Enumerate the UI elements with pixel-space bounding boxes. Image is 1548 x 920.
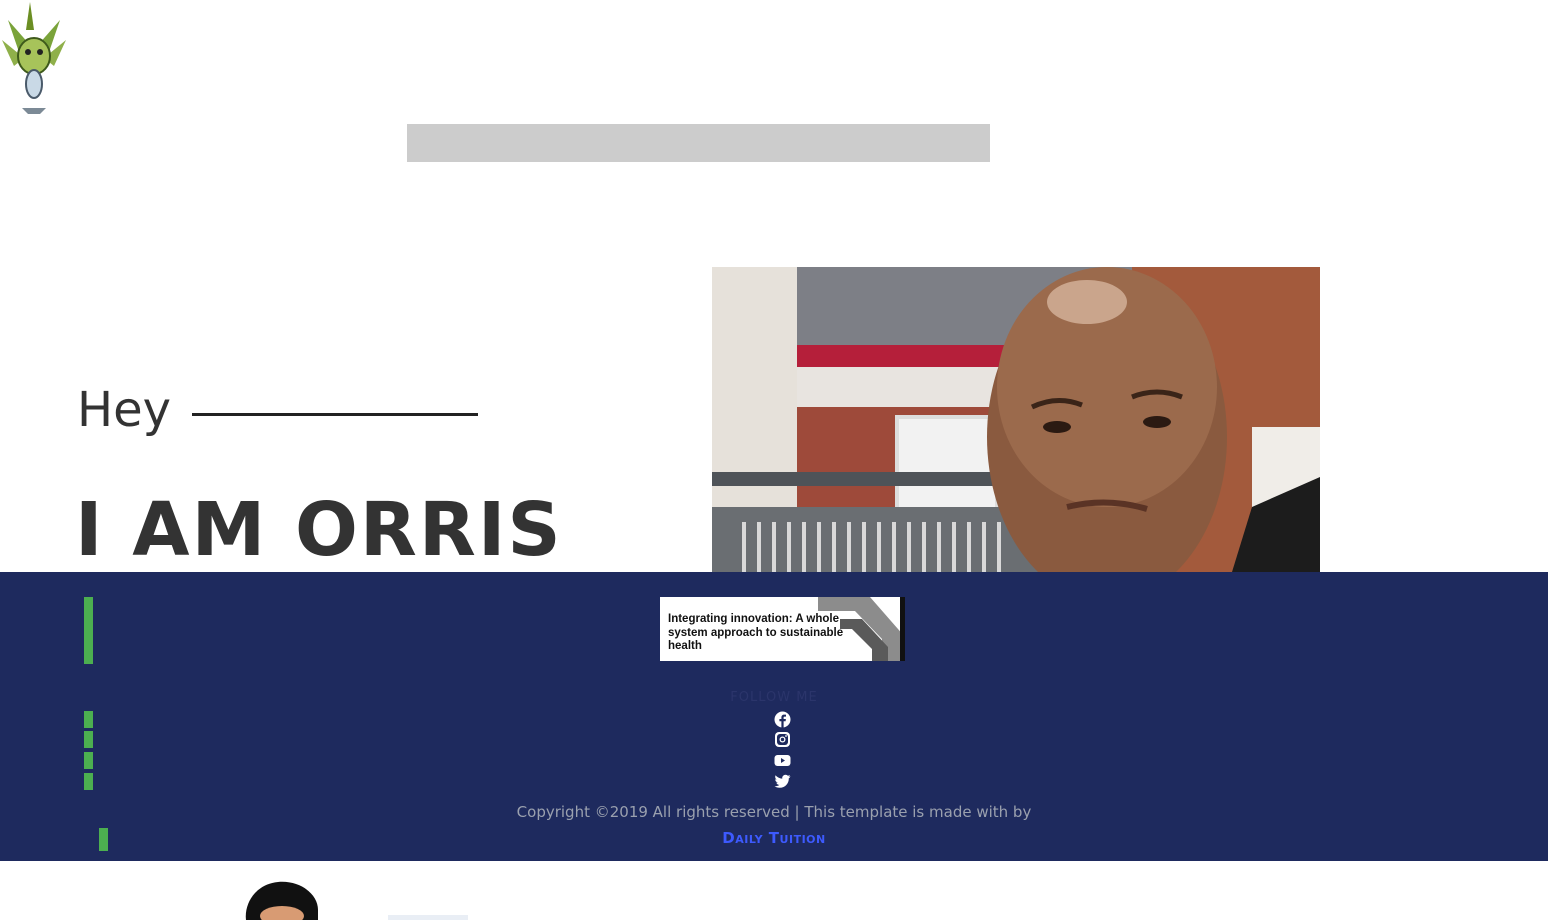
dragon-crest-logo-icon xyxy=(2,2,66,114)
innovation-banner[interactable]: Integrating innovation: A whole system a… xyxy=(660,597,905,661)
profile-photo xyxy=(712,267,1320,572)
chevron-graphic-icon xyxy=(818,597,905,661)
follow-label: FOLLOW ME xyxy=(730,690,818,705)
accent-bar xyxy=(84,597,93,664)
accent-bar xyxy=(84,752,93,769)
instagram-link[interactable] xyxy=(774,731,791,748)
search-bar[interactable] xyxy=(407,124,990,162)
avatar-illustration xyxy=(238,878,478,920)
greeting-text: Hey xyxy=(77,382,172,438)
site-logo[interactable] xyxy=(0,0,68,118)
accent-bar xyxy=(84,773,93,790)
twitter-icon xyxy=(774,774,791,788)
copyright-text: Copyright ©2019 All rights reserved | Th… xyxy=(516,803,1032,821)
greeting-underline xyxy=(192,413,478,416)
accent-bar xyxy=(84,711,93,728)
instagram-icon xyxy=(775,732,790,747)
hero-headline: I AM ORRIS xyxy=(75,487,563,573)
youtube-link[interactable] xyxy=(774,752,791,769)
facebook-icon xyxy=(774,711,791,728)
facebook-link[interactable] xyxy=(774,711,791,728)
accent-bar xyxy=(84,731,93,748)
twitter-link[interactable] xyxy=(774,773,791,790)
youtube-icon xyxy=(774,755,791,766)
daily-tuition-link[interactable]: Daily Tuition xyxy=(0,829,1548,847)
